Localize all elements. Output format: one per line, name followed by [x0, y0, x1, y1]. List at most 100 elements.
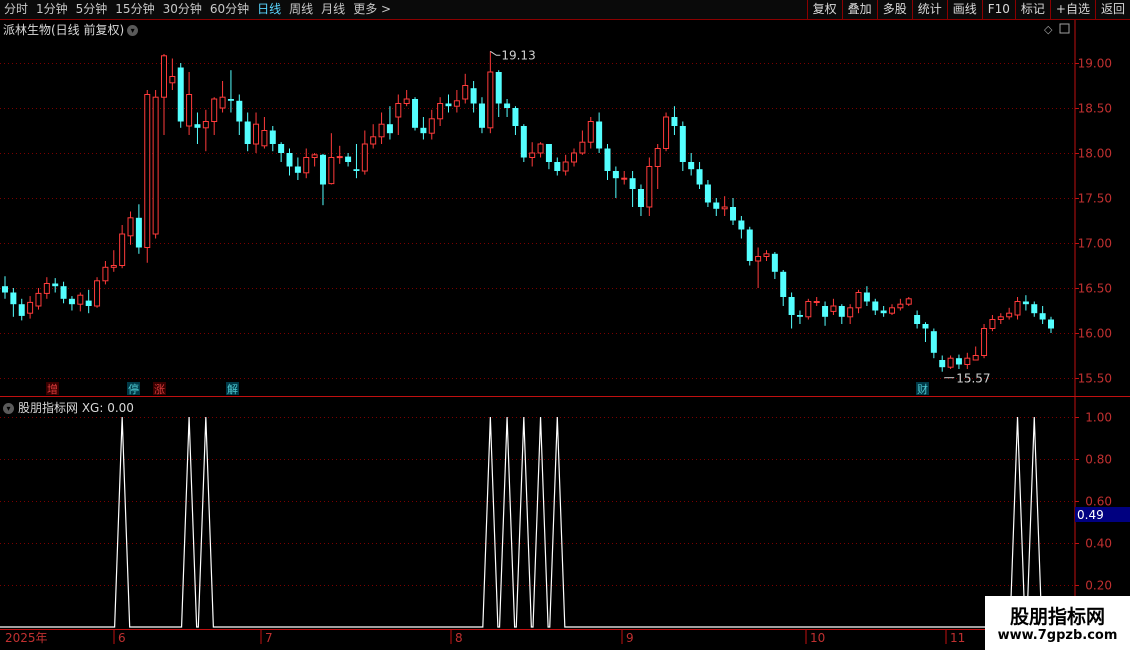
candle-body: [1014, 301, 1021, 316]
indicator-tick-label: 0.40: [1085, 537, 1112, 551]
event-marker-4: 财: [917, 382, 928, 396]
candle-body: [679, 126, 686, 162]
x-axis-label: 2025年: [5, 631, 48, 645]
chevron-down-icon[interactable]: ▾: [3, 403, 14, 414]
candle-body: [227, 99, 234, 101]
candle-body: [663, 116, 670, 149]
candle-body: [2, 286, 8, 293]
candle-body: [420, 127, 427, 134]
candle-body: [60, 286, 67, 299]
price-tick-label: 18.50: [1078, 102, 1112, 116]
indicator-tick-label: 0.80: [1085, 453, 1112, 467]
candle-body: [361, 143, 368, 172]
diamond-icon: ◇: [1044, 23, 1053, 36]
candle-body: [336, 156, 343, 159]
candle-body: [788, 297, 795, 315]
candle-body: [671, 117, 678, 126]
candle-body: [319, 154, 326, 185]
candle-body: [780, 271, 787, 297]
indicator-tick-label: 1.00: [1085, 411, 1112, 425]
candle-body: [562, 161, 569, 172]
candle-body: [554, 162, 561, 171]
candle-body: [537, 143, 544, 154]
candle-body: [219, 96, 226, 109]
x-axis-label: 9: [626, 631, 634, 645]
candle-body: [964, 357, 971, 366]
candle-body: [738, 220, 745, 230]
candle-body: [880, 310, 887, 314]
candle-body: [370, 136, 377, 145]
price-tick-label: 19.00: [1078, 57, 1112, 71]
candle-body: [763, 253, 770, 258]
candle-body: [236, 100, 243, 122]
candle-body: [68, 298, 75, 305]
candle-body: [863, 292, 870, 302]
chevron-down-icon[interactable]: ▾: [127, 25, 139, 36]
candle-body: [102, 266, 109, 282]
indicator-tick-label: 0.20: [1085, 579, 1112, 593]
candle-body: [571, 152, 578, 163]
candle-body: [487, 71, 494, 129]
price-tick-label: 17.50: [1078, 192, 1112, 206]
candle-body: [504, 103, 511, 108]
main-chart-title: 派林生物(日线 前复权) ▾: [3, 21, 139, 38]
candle-body: [27, 301, 34, 314]
candle-body: [445, 103, 452, 107]
candle-body: [261, 130, 268, 147]
candle-body: [386, 124, 393, 134]
candle-body: [545, 144, 552, 162]
candle-body: [654, 148, 661, 167]
candle-body: [704, 184, 711, 203]
watermark-url: www.7gpzb.com: [997, 628, 1118, 643]
candle-body: [646, 166, 653, 208]
candle-body: [353, 169, 360, 171]
candle-body: [1031, 304, 1038, 314]
candle-body: [18, 304, 25, 316]
candle-body: [855, 292, 862, 309]
indicator-tick-label: 0.60: [1085, 495, 1112, 509]
candle-body: [202, 121, 209, 129]
price-tick-label: 16.50: [1078, 282, 1112, 296]
candle-body: [955, 358, 962, 365]
candle-body: [52, 283, 59, 287]
candle-body: [194, 124, 201, 128]
candle-body: [872, 301, 879, 311]
candle-body: [897, 303, 904, 309]
candle-body: [127, 217, 134, 237]
candle-body: [688, 162, 695, 170]
candle-body: [10, 292, 17, 305]
candle-body: [328, 157, 335, 185]
candle-body: [520, 126, 527, 158]
kline-chart[interactable]: 19.00 18.50 18.00 17.50 17.00 16.50 16.00 15.50…: [0, 0, 1130, 650]
candle-body: [721, 206, 728, 210]
candle-body: [922, 324, 929, 329]
candle-body: [755, 256, 762, 262]
candle-body: [453, 100, 460, 107]
x-axis-label: 8: [455, 631, 463, 645]
square-icon: [1059, 23, 1070, 34]
candle-body: [428, 118, 435, 134]
candle-body: [495, 72, 502, 104]
price-tick-label: 17.00: [1078, 237, 1112, 251]
candle-body: [889, 307, 896, 314]
candle-body: [186, 94, 193, 127]
candle-body: [303, 157, 310, 174]
candle-body: [621, 177, 628, 180]
candle-body: [160, 55, 167, 98]
candle-body: [604, 148, 611, 171]
candle-body: [822, 306, 829, 317]
candle-body: [43, 283, 50, 294]
candle-body: [244, 121, 251, 144]
indicator-title: ▾ 股朋指标网 XG: 0.00: [3, 399, 134, 416]
candle-body: [278, 144, 285, 153]
xg-signal-line: [0, 416, 1075, 628]
candle-body: [612, 171, 619, 179]
x-axis-label: 7: [265, 631, 273, 645]
candle-body: [579, 141, 586, 154]
candle-body: [144, 94, 151, 248]
candle-body: [177, 67, 184, 122]
candle-body: [997, 316, 1004, 320]
x-axis-label: 10: [810, 631, 825, 645]
candle-body: [730, 207, 737, 221]
candle-body: [696, 169, 703, 185]
